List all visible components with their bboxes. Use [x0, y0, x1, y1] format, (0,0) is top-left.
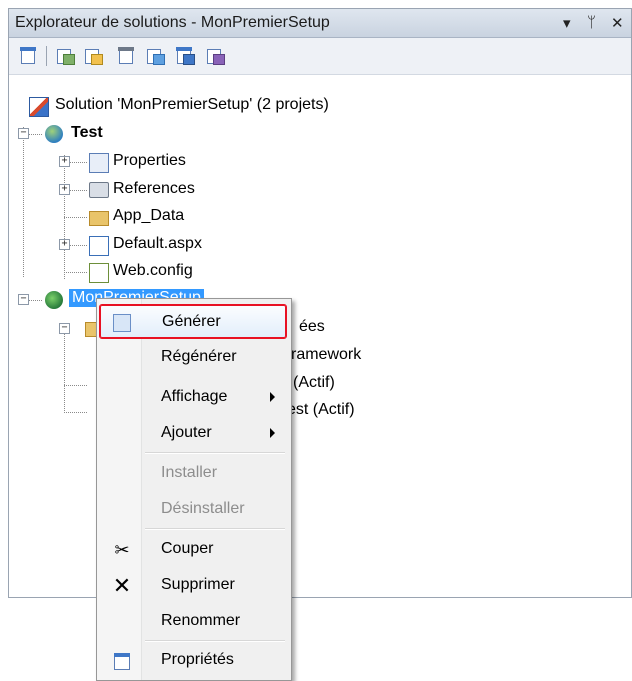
tree-item-label: Solution 'MonPremierSetup' (2 projets) — [55, 96, 329, 113]
references-icon — [89, 182, 109, 198]
delete-icon: ✕ — [112, 573, 132, 598]
menu-item-ajouter[interactable]: Ajouter — [100, 417, 286, 450]
tree-guide-line — [69, 162, 87, 163]
tree-guide-line — [69, 190, 87, 191]
tree-guide-line — [64, 333, 65, 413]
menu-item-installer[interactable]: Installer — [100, 457, 286, 490]
menu-separator — [145, 640, 285, 642]
menu-item-label: Désinstaller — [161, 500, 245, 517]
menu-separator — [145, 528, 285, 530]
expand-icon[interactable]: + — [59, 156, 70, 167]
properties-icon — [112, 651, 132, 671]
menu-separator — [145, 452, 285, 454]
context-menu: Générer Régénérer Affichage Ajouter Inst… — [96, 298, 292, 681]
menu-item-couper[interactable]: ✂ Couper — [100, 533, 286, 566]
build-icon — [113, 314, 131, 332]
tree-guide-line — [64, 412, 87, 413]
submenu-arrow-icon — [270, 392, 275, 402]
setup-project-icon — [45, 291, 63, 309]
tree-item-label: References — [113, 180, 195, 197]
collapse-icon[interactable]: − — [18, 128, 29, 139]
window-position-dropdown-icon[interactable]: ▾ — [563, 14, 571, 32]
config-file-icon — [89, 263, 109, 283]
pin-icon[interactable]: ᛘ — [587, 14, 596, 31]
menu-item-desinstaller[interactable]: Désinstaller — [100, 493, 286, 526]
tree-item-label: (Actif) — [293, 374, 335, 391]
tree-item-label: est (Actif) — [287, 401, 355, 418]
menu-item-supprimer[interactable]: ✕ Supprimer — [100, 569, 286, 602]
view-designer-icon[interactable] — [145, 46, 165, 66]
copy-website-icon[interactable] — [175, 46, 195, 66]
folder-icon — [89, 211, 109, 226]
submenu-arrow-icon — [270, 428, 275, 438]
tree-guide-line — [23, 127, 24, 277]
scissors-icon: ✂ — [114, 540, 130, 560]
tree-item-label: Web.config — [113, 262, 193, 279]
close-icon[interactable]: ✕ — [611, 14, 624, 32]
menu-item-generer[interactable]: Générer — [99, 304, 287, 339]
menu-item-label: Ajouter — [161, 424, 212, 441]
toolbar-separator — [46, 46, 47, 66]
menu-item-label: Régénérer — [161, 348, 237, 365]
tree-guide-line — [28, 134, 42, 135]
menu-item-affichage[interactable]: Affichage — [100, 381, 286, 414]
menu-item-label: Couper — [161, 540, 214, 557]
menu-item-label: Supprimer — [161, 576, 235, 593]
menu-item-label: Affichage — [161, 388, 228, 405]
collapse-icon[interactable]: − — [59, 323, 70, 334]
refresh-icon[interactable] — [83, 46, 103, 66]
tree-item-label: App_Data — [113, 207, 185, 224]
collapse-icon[interactable]: − — [18, 294, 29, 305]
toolbar — [9, 38, 631, 75]
expand-icon[interactable]: + — [59, 239, 70, 250]
aspx-file-icon — [89, 236, 109, 256]
aspnet-config-icon[interactable] — [205, 46, 225, 66]
panel-title: Explorateur de solutions - MonPremierSet… — [15, 14, 330, 31]
tree-item-label: ées — [299, 318, 325, 335]
properties-folder-icon — [89, 153, 109, 173]
web-project-icon — [45, 125, 63, 143]
menu-item-regenerer[interactable]: Régénérer — [100, 341, 286, 374]
menu-item-renommer[interactable]: Renommer — [100, 605, 286, 638]
properties-icon[interactable] — [19, 46, 39, 66]
view-code-icon[interactable] — [117, 46, 137, 66]
solution-icon — [29, 97, 49, 117]
tree-guide-line — [28, 300, 42, 301]
tree-item-label: Test — [71, 124, 103, 141]
menu-item-label: Générer — [162, 313, 221, 330]
show-all-files-icon[interactable] — [55, 46, 75, 66]
expand-icon[interactable]: + — [59, 184, 70, 195]
tree-guide-line — [64, 385, 87, 386]
menu-item-proprietes[interactable]: Propriétés — [100, 644, 286, 677]
tree-item-label: ramework — [291, 346, 362, 363]
tree-item-label: Properties — [113, 152, 186, 169]
tree-guide-line — [64, 217, 87, 218]
menu-item-label: Propriétés — [161, 651, 234, 668]
tree-guide-line — [69, 245, 87, 246]
menu-item-label: Renommer — [161, 612, 241, 629]
title-bar: Explorateur de solutions - MonPremierSet… — [9, 9, 631, 38]
tree-guide-line — [64, 272, 87, 273]
menu-item-label: Installer — [161, 464, 218, 481]
tree-item-label: Default.aspx — [113, 235, 202, 252]
